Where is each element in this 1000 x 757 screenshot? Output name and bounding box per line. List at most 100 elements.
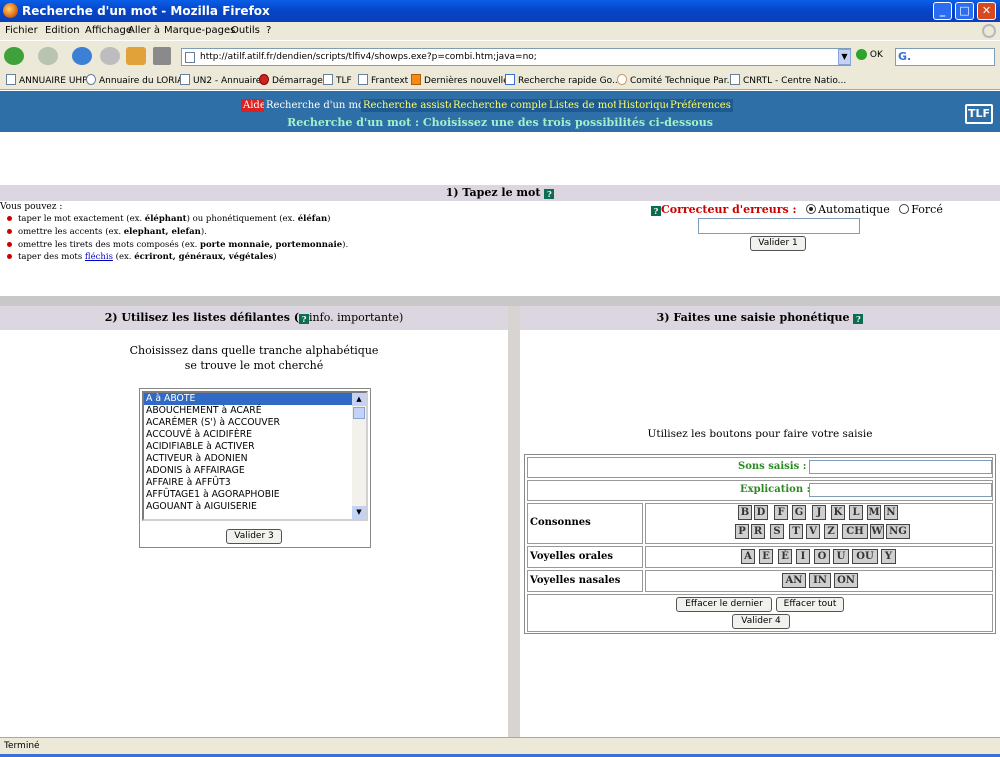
key-f[interactable]: F <box>774 505 788 520</box>
nav-preferences[interactable]: Préférences <box>668 99 733 112</box>
key-l[interactable]: L <box>849 505 863 520</box>
key-b[interactable]: B <box>738 505 752 520</box>
reload-icon[interactable] <box>72 47 92 65</box>
home-icon[interactable] <box>126 47 146 65</box>
key-u[interactable]: U <box>833 549 849 564</box>
alphabet-listbox[interactable]: A à ABOTE ABOUCHEMENT à ACARÉ ACARÉMER (… <box>142 391 368 521</box>
effacer-dernier-button[interactable]: Effacer le dernier <box>676 597 772 612</box>
url-dropdown-icon[interactable]: ▼ <box>838 49 851 65</box>
key-i[interactable]: I <box>796 549 810 564</box>
bookmark-dernieres-nouvelles[interactable]: Dernières nouvelles <box>411 74 513 86</box>
valider-1-button[interactable]: Valider 1 <box>750 236 806 251</box>
key-v[interactable]: V <box>806 524 820 539</box>
explication-input[interactable] <box>809 483 992 497</box>
key-k[interactable]: K <box>831 505 845 520</box>
scroll-down-icon[interactable]: ▼ <box>352 506 366 519</box>
nav-listes-mots[interactable]: Listes de mots <box>547 99 625 112</box>
forward-icon[interactable] <box>38 47 58 65</box>
key-s[interactable]: S <box>770 524 784 539</box>
stop-icon[interactable] <box>100 47 120 65</box>
bookmark-annuaire-uhp[interactable]: ANNUAIRE UHP <box>6 74 88 86</box>
key-on[interactable]: ON <box>834 573 858 588</box>
list-option[interactable]: ADONIS à AFFAIRAGE <box>144 465 366 477</box>
key-w[interactable]: W <box>870 524 884 539</box>
list-option[interactable]: ACTIVEUR à ADONIEN <box>144 453 366 465</box>
menu-bar: Fichier Edition Affichage Aller à Marque… <box>0 22 1000 40</box>
flechis-link[interactable]: fléchis <box>85 252 113 262</box>
section-separator <box>0 296 1000 306</box>
list-item: taper des mots fléchis (ex. écriront, gé… <box>7 252 277 262</box>
list-option[interactable]: ABOUCHEMENT à ACARÉ <box>144 405 366 417</box>
menu-marque-pages[interactable]: Marque-pages <box>164 25 235 36</box>
list-option[interactable]: ACARÉMER (S') à ACCOUVER <box>144 417 366 429</box>
key-ch[interactable]: CH <box>842 524 868 539</box>
go-button[interactable]: OK <box>856 49 883 60</box>
sons-saisis-input[interactable] <box>809 460 992 474</box>
valider-3-button[interactable]: Valider 3 <box>226 529 282 544</box>
word-input[interactable] <box>698 218 860 234</box>
list-option[interactable]: AGOUANT à AIGUISERIE <box>144 501 366 513</box>
bookmark-recherche-rapide[interactable]: Recherche rapide Go... <box>505 74 621 86</box>
menu-aide[interactable]: ? <box>266 25 271 36</box>
scroll-thumb[interactable] <box>353 407 365 419</box>
nav-recherche-complexe[interactable]: Recherche complexe <box>451 99 561 112</box>
key-d[interactable]: D <box>754 505 768 520</box>
key-e[interactable]: E <box>759 549 773 564</box>
key-in[interactable]: IN <box>809 573 831 588</box>
maximize-button[interactable]: □ <box>955 2 974 20</box>
row-sons-saisis: Sons saisis : <box>527 457 993 478</box>
menu-outils[interactable]: Outils <box>231 25 260 36</box>
key-m[interactable]: M <box>867 505 881 520</box>
help-icon[interactable]: ? <box>651 206 661 216</box>
key-t[interactable]: T <box>789 524 803 539</box>
list-option[interactable]: ACIDIFIABLE à ACTIVER <box>144 441 366 453</box>
menu-fichier[interactable]: Fichier <box>5 25 38 36</box>
key-n[interactable]: N <box>884 505 898 520</box>
key-e-acute[interactable]: É <box>778 549 792 564</box>
bookmark-cnrtl[interactable]: CNRTL - Centre Natio... <box>730 74 846 86</box>
bookmark-comite-technique[interactable]: Comité Technique Par... <box>617 74 735 86</box>
help-icon[interactable]: ? <box>544 189 555 199</box>
scroll-up-icon[interactable]: ▲ <box>352 393 366 406</box>
key-ou[interactable]: OU <box>852 549 878 564</box>
help-icon[interactable]: ? <box>853 314 864 324</box>
nav-historique[interactable]: Historique <box>616 99 674 112</box>
bookmark-tlf[interactable]: TLF <box>323 74 352 86</box>
swirl-icon <box>617 74 627 85</box>
radio-automatique[interactable] <box>806 204 817 214</box>
nav-recherche-mot[interactable]: Recherche d'un mot <box>264 99 371 112</box>
nav-recherche-assistee[interactable]: Recherche assistée <box>361 99 463 112</box>
back-icon[interactable] <box>4 47 24 65</box>
help-icon[interactable]: ? <box>299 314 310 324</box>
key-ng[interactable]: NG <box>886 524 910 539</box>
list-option[interactable]: ACCOUVÉ à ACIDIFÈRE <box>144 429 366 441</box>
key-j[interactable]: J <box>812 505 826 520</box>
menu-edition[interactable]: Edition <box>45 25 80 36</box>
search-input[interactable]: G. <box>895 48 995 66</box>
key-g[interactable]: G <box>792 505 806 520</box>
close-button[interactable]: ✕ <box>977 2 996 20</box>
list-option[interactable]: AFFAIRE à AFFÛT3 <box>144 477 366 489</box>
print-icon[interactable] <box>153 47 171 65</box>
key-r[interactable]: R <box>751 524 765 539</box>
menu-affichage[interactable]: Affichage <box>85 25 132 36</box>
bookmark-frantext[interactable]: Frantext <box>358 74 408 86</box>
effacer-tout-button[interactable]: Effacer tout <box>776 597 844 612</box>
url-bar[interactable]: http://atilf.atilf.fr/dendien/scripts/tl… <box>181 48 851 66</box>
radio-force[interactable] <box>899 204 910 214</box>
bookmark-un2[interactable]: UN2 - Annuaires <box>180 74 266 86</box>
key-an[interactable]: AN <box>782 573 806 588</box>
key-o[interactable]: O <box>814 549 830 564</box>
list-option[interactable]: AFFÛTAGE1 à AGORAPHOBIE <box>144 489 366 501</box>
list-option[interactable]: A à ABOTE <box>144 393 366 405</box>
key-a[interactable]: A <box>741 549 755 564</box>
valider-4-button[interactable]: Valider 4 <box>732 614 790 629</box>
minimize-button[interactable]: _ <box>933 2 952 20</box>
menu-aller[interactable]: Aller à <box>128 25 160 36</box>
bookmark-demarrage[interactable]: Démarrage <box>259 74 323 86</box>
bookmark-annuaire-loria[interactable]: Annuaire du LORIA <box>86 74 183 86</box>
list-scrollbar[interactable]: ▲ ▼ <box>352 393 366 519</box>
key-z[interactable]: Z <box>824 524 838 539</box>
key-y[interactable]: Y <box>881 549 896 564</box>
key-p[interactable]: P <box>735 524 749 539</box>
